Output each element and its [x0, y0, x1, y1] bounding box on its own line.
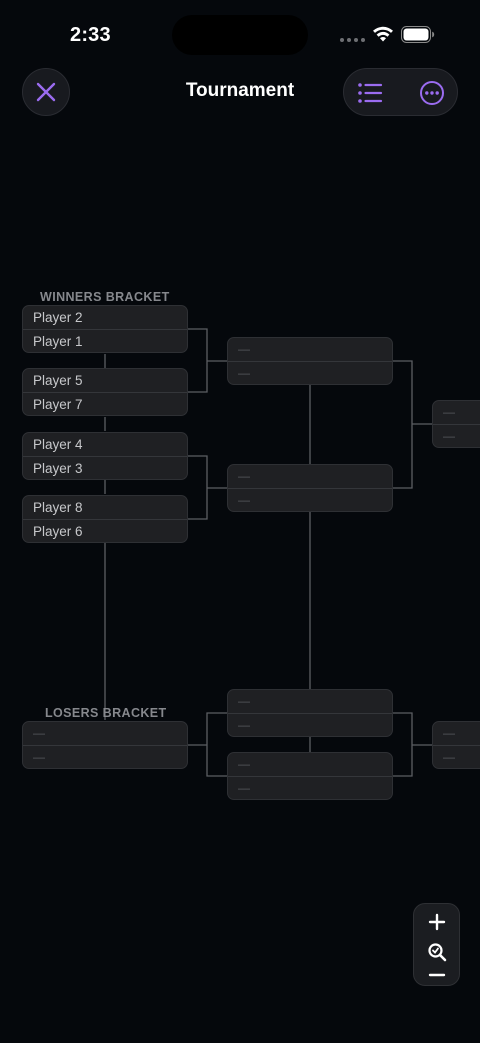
minus-icon	[428, 973, 446, 977]
player-slot[interactable]: Player 1	[23, 330, 187, 353]
empty-slot: —	[238, 492, 250, 507]
empty-slot: —	[443, 749, 455, 764]
wifi-icon	[373, 26, 393, 42]
zoom-fit-button[interactable]	[425, 941, 449, 963]
match-card[interactable]: — —	[432, 721, 480, 769]
empty-slot: —	[433, 401, 480, 425]
player-slot[interactable]: Player 8	[23, 496, 187, 520]
player-slot[interactable]: Player 2	[23, 306, 187, 330]
empty-slot: —	[33, 749, 45, 764]
match-card[interactable]: Player 2 Player 1	[22, 305, 188, 353]
empty-slot: —	[228, 753, 392, 777]
player-slot[interactable]: Player 6	[23, 520, 187, 543]
match-card[interactable]: — —	[227, 464, 393, 512]
empty-slot: —	[228, 338, 392, 362]
zoom-in-button[interactable]	[425, 911, 449, 933]
dynamic-island	[172, 15, 308, 55]
cellular-signal-icon	[340, 38, 365, 42]
match-card[interactable]: — —	[227, 752, 393, 800]
match-card[interactable]: — —	[227, 689, 393, 737]
player-slot[interactable]: Player 5	[23, 369, 187, 393]
empty-slot: —	[443, 428, 455, 443]
match-card[interactable]: Player 5 Player 7	[22, 368, 188, 416]
winners-bracket-label: WINNERS BRACKET	[40, 290, 170, 304]
match-card[interactable]: — —	[432, 400, 480, 448]
app-screen: 2:33 Tournament WINNERS BRACKET Player 2…	[0, 0, 480, 1043]
empty-slot: —	[238, 717, 250, 732]
battery-icon	[401, 26, 435, 43]
zoom-out-button[interactable]	[425, 964, 449, 986]
empty-slot: —	[238, 365, 250, 380]
match-card[interactable]: — —	[22, 721, 188, 769]
losers-bracket-label: LOSERS BRACKET	[45, 706, 167, 720]
empty-slot: —	[228, 690, 392, 714]
match-card[interactable]: — —	[227, 337, 393, 385]
more-icon[interactable]	[418, 79, 446, 107]
player-slot[interactable]: Player 7	[23, 393, 187, 416]
header-actions	[343, 68, 458, 116]
empty-slot: —	[238, 780, 250, 795]
player-slot[interactable]: Player 4	[23, 433, 187, 457]
empty-slot: —	[228, 465, 392, 489]
plus-icon	[428, 913, 446, 931]
match-card[interactable]: Player 8 Player 6	[22, 495, 188, 543]
list-icon[interactable]	[356, 79, 384, 107]
status-time: 2:33	[70, 24, 111, 46]
zoom-controls	[413, 903, 460, 986]
empty-slot: —	[433, 722, 480, 746]
empty-slot: —	[23, 722, 187, 746]
match-card[interactable]: Player 4 Player 3	[22, 432, 188, 480]
zoom-fit-icon	[428, 943, 447, 962]
player-slot[interactable]: Player 3	[23, 457, 187, 480]
